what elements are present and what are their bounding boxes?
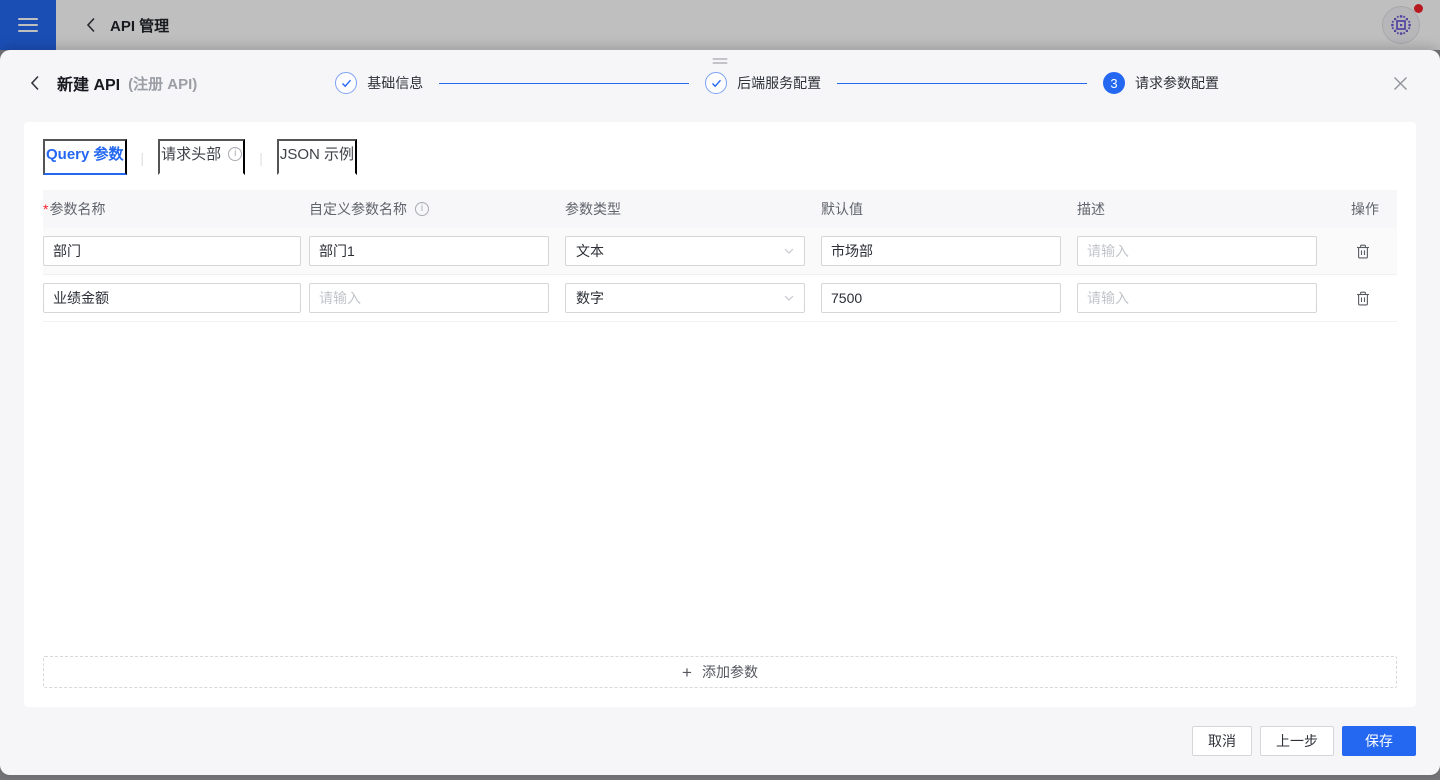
tab-query-params[interactable]: Query 参数 — [43, 139, 127, 175]
step-label: 请求参数配置 — [1135, 75, 1220, 91]
step-request-params[interactable]: 3 请求参数配置 — [1103, 72, 1219, 94]
step-label: 基础信息 — [367, 75, 424, 91]
header-param-name: * 参数名称 — [43, 201, 106, 217]
info-icon[interactable]: i — [228, 146, 243, 161]
header-custom-name: 自定义参数名称 i — [309, 199, 565, 219]
param-tabs: Query 参数 | 请求头部 i | JSON 示例 — [43, 139, 1397, 175]
custom-name-input[interactable] — [309, 236, 549, 266]
cancel-button[interactable]: 取消 — [1192, 726, 1252, 756]
header-description: 描述 — [1077, 201, 1105, 217]
default-value-input[interactable] — [821, 283, 1061, 313]
drag-handle[interactable] — [707, 56, 734, 66]
param-row: 数字 — [43, 275, 1397, 322]
drawer-back-button[interactable] — [26, 71, 44, 95]
param-type-select[interactable]: 数字 — [565, 283, 805, 313]
delete-row-button[interactable] — [1353, 288, 1373, 309]
step-connector — [837, 82, 1088, 84]
chevron-down-icon — [784, 295, 794, 301]
chevron-down-icon — [784, 248, 794, 254]
tab-separator: | — [140, 150, 145, 166]
info-icon[interactable]: i — [415, 202, 429, 216]
close-button[interactable] — [1387, 70, 1414, 97]
trash-icon — [1357, 291, 1369, 305]
tab-json-example[interactable]: JSON 示例 — [276, 139, 358, 175]
header-param-type: 参数类型 — [565, 201, 621, 217]
param-type-select[interactable]: 文本 — [565, 236, 805, 266]
param-row: 文本 — [43, 228, 1397, 275]
header-actions: 操作 — [1351, 201, 1379, 217]
custom-name-input[interactable] — [309, 283, 549, 313]
new-api-drawer: 新建 API (注册 API) 基础信息 后端服务配置 3 请求参数配置 Que… — [0, 50, 1440, 775]
close-icon — [1394, 76, 1407, 90]
trash-icon — [1357, 244, 1369, 258]
tab-separator: | — [259, 150, 263, 166]
required-mark: * — [43, 201, 49, 217]
step-backend-config[interactable]: 后端服务配置 — [705, 72, 821, 94]
step-basic-info[interactable]: 基础信息 — [335, 72, 423, 94]
param-name-input[interactable] — [43, 236, 301, 266]
delete-row-button[interactable] — [1353, 241, 1373, 262]
drawer-footer: 取消 上一步 保存 — [0, 707, 1440, 775]
param-table-header: * 参数名称 自定义参数名称 i 参数类型 默认值 描述 操作 — [43, 190, 1397, 228]
description-input[interactable] — [1077, 236, 1317, 266]
wizard-stepper: 基础信息 后端服务配置 3 请求参数配置 — [335, 72, 1219, 94]
step-done-check-icon — [705, 72, 728, 94]
param-name-input[interactable] — [43, 283, 301, 313]
header-default-value: 默认值 — [821, 201, 863, 217]
drawer-subtitle: (注册 API) — [128, 75, 198, 93]
prev-step-button[interactable]: 上一步 — [1260, 726, 1334, 756]
tab-request-headers[interactable]: 请求头部 i — [158, 139, 246, 175]
save-button[interactable]: 保存 — [1342, 726, 1416, 756]
plus-icon: + — [682, 662, 692, 682]
chevron-left-icon — [30, 75, 39, 91]
drawer-title: 新建 API — [57, 77, 121, 94]
step-label: 后端服务配置 — [737, 75, 822, 91]
add-param-button[interactable]: + 添加参数 — [43, 656, 1397, 688]
description-input[interactable] — [1077, 283, 1317, 313]
step-connector — [439, 82, 690, 84]
params-card: Query 参数 | 请求头部 i | JSON 示例 * 参数名称 自定义参数… — [24, 122, 1416, 707]
step-number-badge: 3 — [1103, 72, 1126, 94]
default-value-input[interactable] — [821, 236, 1061, 266]
step-done-check-icon — [335, 72, 358, 94]
